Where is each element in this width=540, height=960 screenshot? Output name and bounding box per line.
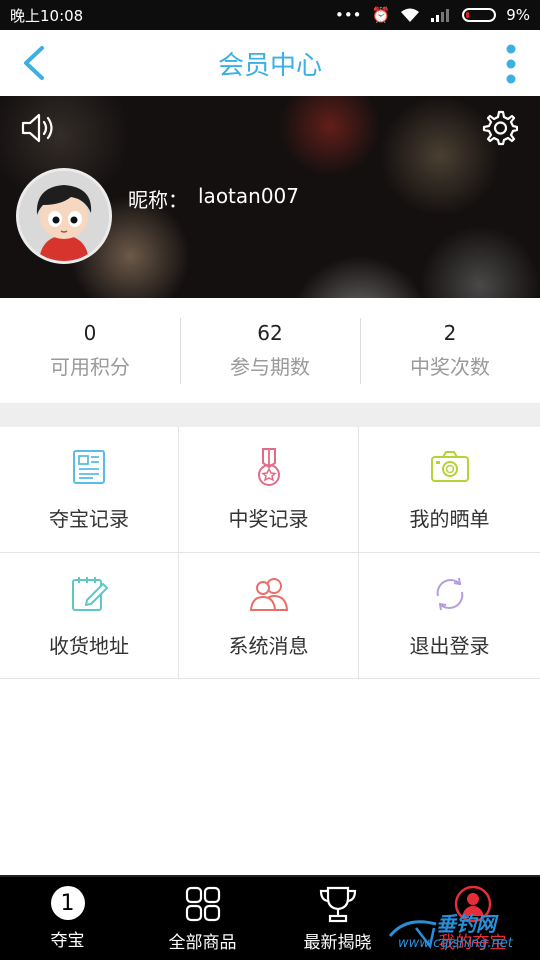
menu-grid: 夺宝记录 中奖记录 我的晒单 收货地址 系统消息 退出登录: [0, 427, 540, 679]
camera-icon: [430, 451, 469, 482]
medal-icon: [257, 448, 280, 486]
gear-icon[interactable]: [482, 110, 518, 146]
wifi-icon: [401, 8, 420, 22]
alarm-icon: ⏰: [371, 6, 391, 24]
status-icons: ••• ⏰ 9%: [335, 6, 530, 24]
stat-wins[interactable]: 2 中奖次数: [360, 317, 540, 384]
menu-label: 我的晒单: [409, 507, 490, 531]
nickname-label: 昵称：: [128, 188, 188, 212]
menu-item-treasure-records[interactable]: 夺宝记录: [0, 427, 179, 553]
menu-label: 退出登录: [409, 633, 490, 658]
menu-label: 收货地址: [49, 633, 129, 658]
grid-icon: [185, 886, 220, 922]
speaker-icon[interactable]: [20, 112, 56, 144]
dots-icon: •••: [334, 6, 362, 24]
refresh-icon: [436, 577, 463, 610]
stats-row: 0 可用积分 62 参与期数 2 中奖次数: [0, 298, 540, 403]
stat-periods[interactable]: 62 参与期数: [180, 317, 360, 384]
users-icon: [249, 577, 288, 611]
cartoon-avatar-icon: [19, 171, 109, 261]
menu-item-my-posts[interactable]: 我的晒单: [359, 427, 540, 553]
nav-all-products[interactable]: 全部商品: [135, 877, 270, 960]
menu-label: 系统消息: [228, 633, 309, 658]
nickname-value: laotan007: [198, 184, 299, 208]
status-time: 晚上10:08: [10, 6, 84, 25]
stat-points[interactable]: 0 可用积分: [0, 318, 180, 384]
stat-value: 2: [443, 321, 457, 345]
profile-banner: 昵称： laotan007: [0, 96, 540, 298]
trophy-icon: [319, 886, 356, 923]
stat-value: 62: [257, 321, 283, 345]
signal-icon: [431, 9, 450, 22]
stat-label: 参与期数: [230, 355, 310, 379]
stat-label: 中奖次数: [410, 355, 490, 379]
avatar[interactable]: [16, 168, 112, 264]
battery-icon: [462, 8, 497, 22]
nickname-row: 昵称： laotan007: [128, 184, 299, 213]
notepad-pen-icon: [72, 576, 108, 611]
nav-label: 最新揭晓: [303, 933, 372, 953]
menu-label: 中奖记录: [228, 507, 309, 531]
menu-item-system-messages[interactable]: 系统消息: [179, 553, 359, 679]
battery-percent: 9%: [506, 6, 530, 24]
watermark-url: www.cqishing.net: [398, 936, 513, 951]
app-header: 会员中心: [0, 30, 540, 96]
menu-item-shipping-address[interactable]: 收货地址: [0, 553, 179, 679]
back-arrow-icon[interactable]: [18, 44, 50, 82]
more-options-icon[interactable]: [504, 44, 518, 84]
stat-label: 可用积分: [50, 355, 130, 379]
nav-treasure[interactable]: 1 夺宝: [0, 877, 135, 960]
section-divider: [0, 403, 540, 427]
status-bar: 晚上10:08 ••• ⏰ 9%: [0, 0, 540, 30]
watermark-text: 垂钓网: [436, 912, 496, 936]
stat-value: 0: [83, 321, 97, 345]
menu-item-prize-records[interactable]: 中奖记录: [179, 427, 359, 553]
nav-latest-results[interactable]: 最新揭晓: [270, 877, 405, 960]
page-title: 会员中心: [217, 50, 322, 81]
number-one-icon: 1: [50, 886, 85, 920]
nav-label: 全部商品: [168, 933, 237, 953]
document-icon: [73, 450, 105, 484]
menu-label: 夺宝记录: [49, 507, 129, 531]
nav-label: 夺宝: [50, 931, 85, 951]
menu-item-logout[interactable]: 退出登录: [359, 553, 540, 679]
